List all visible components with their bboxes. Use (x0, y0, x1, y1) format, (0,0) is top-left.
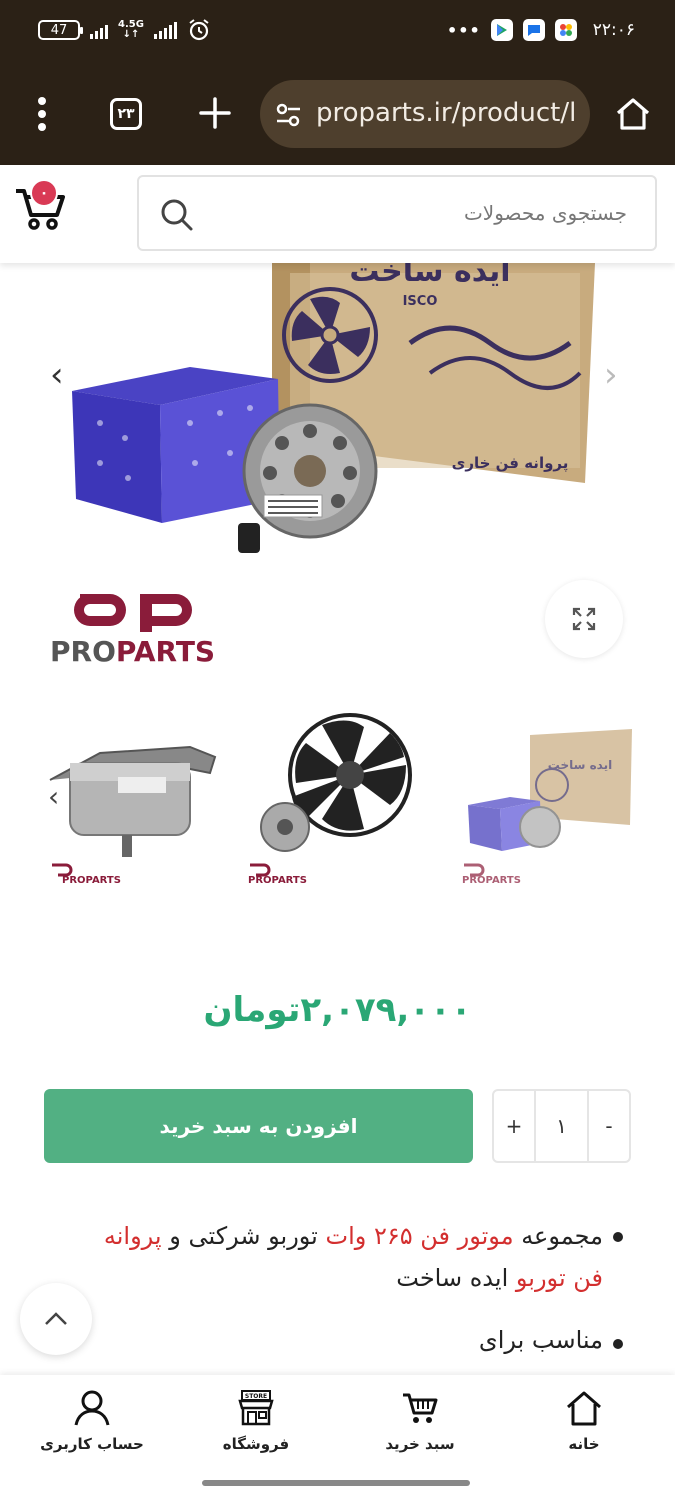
desc-item-1-cont: فن توربو ایده ساخت (396, 1264, 603, 1292)
gallery-next-arrow[interactable]: › (604, 355, 618, 395)
home-icon (567, 1391, 601, 1426)
tab-switcher-button[interactable]: ۲۳ (110, 98, 142, 130)
svg-text:STORE: STORE (245, 1393, 267, 1400)
alarm-icon (189, 19, 209, 41)
product-price: ۲,۰۷۹,۰۰۰تومان (203, 990, 472, 1030)
bullet-2 (613, 1339, 623, 1349)
nav-account[interactable]: حساب کاربری (22, 1389, 162, 1453)
app-root: 47 4.5G ↓↑ ••• ۲۲:۰۶ ۲۳ proparts.ir/prod… (0, 0, 675, 1500)
thumbnail-strip: PROPARTS PROPARTS ایده ساخت PROPARTS (20, 705, 660, 905)
battery-indicator: 47 (38, 20, 83, 40)
network-type: 4.5G ↓↑ (118, 19, 144, 40)
nav-store[interactable]: STORE فروشگاه (186, 1389, 326, 1453)
site-header: ۰ جستجوی محصولات (0, 165, 675, 263)
browser-chrome: 47 4.5G ↓↑ ••• ۲۲:۰۶ ۲۳ proparts.ir/prod… (0, 0, 675, 165)
nav-cart[interactable]: سبد خرید (350, 1389, 490, 1453)
logo-text-parts: PARTS (115, 635, 216, 668)
scroll-to-top-button[interactable] (20, 1283, 92, 1355)
browser-home-button[interactable] (614, 96, 652, 136)
nav-home[interactable]: خانه (514, 1389, 654, 1453)
brand-logo: PROPARTS (50, 590, 230, 670)
chevron-up-icon (45, 1312, 67, 1325)
status-bar-left: 47 4.5G ↓↑ (38, 18, 211, 42)
desc-item-1: مجموعه موتور فن ۲۶۵ وات توربو شرکتی و پر… (103, 1222, 603, 1250)
bullet-1 (613, 1232, 623, 1242)
site-settings-icon[interactable] (274, 100, 304, 130)
svg-text:ISCO: ISCO (403, 294, 438, 309)
add-to-cart-button[interactable]: افزودن به سبد خرید (44, 1089, 473, 1163)
thumbnail-boxes[interactable]: ایده ساخت PROPARTS (460, 705, 660, 905)
svg-text:ایده ساخت: ایده ساخت (349, 263, 510, 289)
messages-icon (522, 19, 545, 41)
browser-menu-button[interactable] (36, 96, 48, 136)
store-icon: STORE (238, 1390, 274, 1426)
zoom-button[interactable] (545, 580, 623, 658)
quantity-stepper: + ۱ - (492, 1089, 631, 1163)
user-icon (74, 1390, 110, 1426)
clock: ۲۲:۰۶ (592, 20, 635, 40)
quantity-decrease-button[interactable]: - (589, 1091, 629, 1161)
signal-icon (90, 21, 108, 39)
quantity-input[interactable]: ۱ (534, 1091, 589, 1161)
quantity-increase-button[interactable]: + (494, 1091, 534, 1161)
url-text[interactable]: proparts.ir/product/l (316, 98, 576, 128)
more-notifications: ••• (447, 20, 481, 40)
search-placeholder: جستجوی محصولات (463, 201, 627, 225)
address-bar[interactable]: proparts.ir/product/l (260, 80, 590, 148)
svg-text:PROPARTS: PROPARTS (248, 875, 307, 886)
signal-icon-2 (153, 21, 177, 39)
thumbnail-prev-arrow[interactable]: ‹ (48, 780, 59, 813)
gallery-prev-arrow[interactable]: ‹ (50, 355, 64, 395)
logo-text-pro: PRO (50, 635, 116, 668)
search-input[interactable]: جستجوی محصولات (137, 175, 657, 251)
search-icon[interactable] (159, 197, 195, 233)
battery-level: 47 (50, 22, 68, 38)
play-store-icon (490, 19, 513, 41)
cart-icon (403, 1393, 438, 1423)
thumbnail-fan-and-motor[interactable]: PROPARTS (240, 705, 440, 905)
status-bar-right: ••• ۲۲:۰۶ (447, 18, 635, 42)
gesture-bar (202, 1480, 470, 1486)
expand-icon (572, 607, 596, 631)
new-tab-button[interactable] (198, 96, 232, 134)
product-description: مجموعه موتور فن ۲۶۵ وات توربو شرکتی و پر… (43, 1215, 603, 1361)
thumbnail-motor[interactable]: PROPARTS (30, 705, 230, 905)
svg-text:PROPARTS: PROPARTS (462, 875, 521, 886)
photos-icon (554, 19, 577, 41)
svg-text:PROPARTS: PROPARTS (62, 875, 121, 886)
cart-count-badge: ۰ (30, 179, 58, 207)
desc-item-2: مناسب برای (478, 1326, 603, 1354)
svg-text:پروانه فن خاری: پروانه فن خاری (452, 454, 569, 473)
